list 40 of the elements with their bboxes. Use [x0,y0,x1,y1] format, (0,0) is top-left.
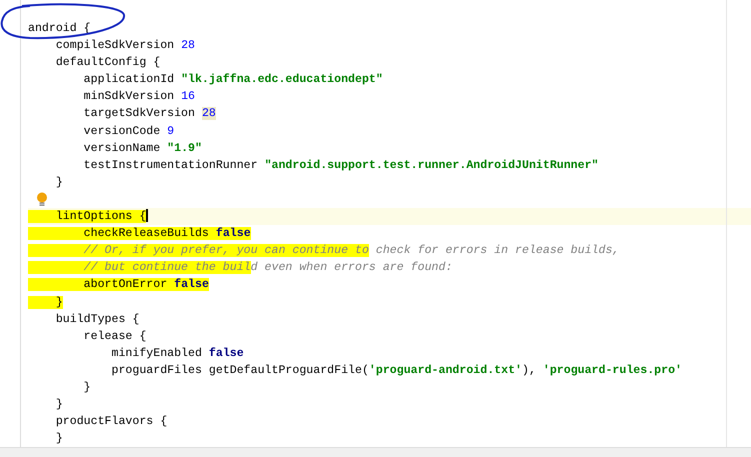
code-text: check for errors in release builds, [374,244,620,258]
code-text: defaultConfig { [54,56,160,70]
code-text: "lk.jaffna.edc.educationdept" [181,73,383,86]
code-text: d even when errors are found: [250,261,452,274]
code-text: abortOnError [28,278,174,292]
code-text: 28 [202,107,216,120]
code-text: } [54,398,63,412]
code-text: proguardFiles getDefaultProguardFile( [110,364,369,377]
code-text: release { [82,330,146,343]
code-text: testInstrumentationRunner [82,158,259,172]
code-text: 'proguard-android.txt' [368,364,522,377]
code-text: } [28,296,63,308]
code-text: 'proguard-rules.pro' [542,364,682,377]
code-text: 9 [167,124,174,138]
code-text: minifyEnabled [110,346,203,360]
code-text: versionCode [82,124,162,138]
text-cursor [146,209,148,222]
code-text: applicationId [82,73,176,86]
code-text: "android.support.test.runner.AndroidJUnitRunner" [264,158,599,172]
code-text: compileSdkVersion [54,39,176,52]
lightbulb-icon[interactable] [36,192,48,206]
code-text: // Or, if you prefer, you can continue to [28,244,369,258]
code-text: minSdkVersion [82,90,176,104]
code-text: buildTypes { [54,312,140,326]
code-text: false [174,278,209,292]
code-text: // but continue the buil [28,261,251,274]
code-text: lintOptions { [28,210,146,224]
code-text: false [208,346,244,360]
code-text: false [216,227,251,240]
code-text: } [54,176,63,189]
code-text: targetSdkVersion [82,107,196,120]
code-text: ), [522,364,537,377]
code-text: productFlavors { [54,415,168,428]
code-text: } [82,380,91,394]
code-text: checkReleaseBuilds [28,227,216,240]
code-text: 16 [181,90,195,104]
code-text: } [54,432,63,446]
code-text: 28 [181,39,195,52]
code-text: "1.9" [167,142,202,155]
code-text: versionName [82,142,162,155]
